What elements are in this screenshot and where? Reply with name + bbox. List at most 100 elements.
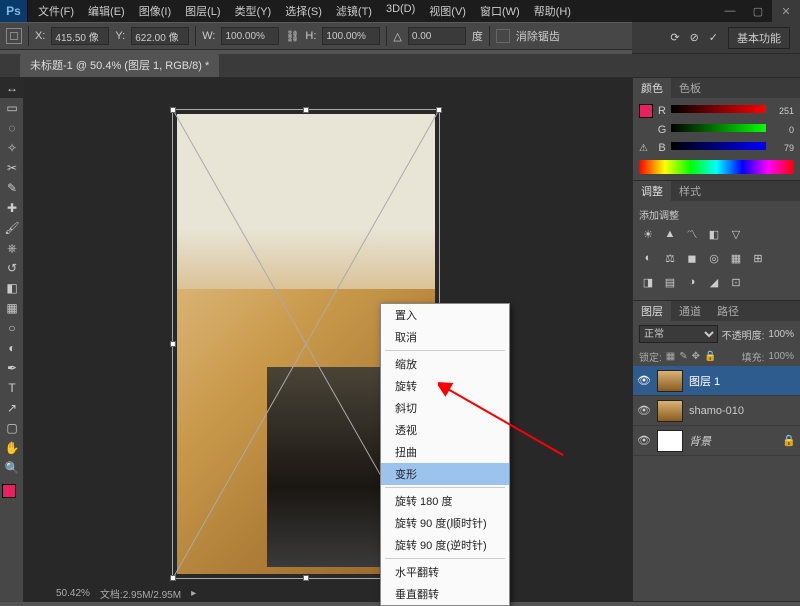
adj-posterize-icon[interactable]: ▤ <box>661 274 679 290</box>
transform-handle-l[interactable] <box>170 341 176 347</box>
h-input[interactable] <box>322 27 380 45</box>
visibility-icon[interactable]: 👁 <box>637 434 651 448</box>
hue-strip[interactable] <box>639 160 794 174</box>
menu-edit[interactable]: 编辑(E) <box>82 1 131 21</box>
maximize-button[interactable]: ▢ <box>744 0 772 22</box>
b-value[interactable]: 79 <box>770 143 794 153</box>
opacity-value[interactable]: 100% <box>768 329 794 340</box>
color-tab[interactable]: 颜色 <box>633 78 671 98</box>
history-brush-tool[interactable]: ↺ <box>0 258 24 278</box>
layers-tab[interactable]: 图层 <box>633 301 671 321</box>
adj-lookup-icon[interactable]: ⊞ <box>749 250 767 266</box>
zoom-tool[interactable]: 🔍 <box>0 458 24 478</box>
ctx-place[interactable]: 置入 <box>381 304 509 326</box>
adjustments-tab[interactable]: 调整 <box>633 181 671 201</box>
menu-file[interactable]: 文件(F) <box>32 1 80 21</box>
ctx-flip-v[interactable]: 垂直翻转 <box>381 583 509 605</box>
layer-name[interactable]: 背景 <box>689 433 711 449</box>
wand-tool[interactable]: ✧ <box>0 138 24 158</box>
adj-gradient-icon[interactable]: ◢ <box>705 274 723 290</box>
adj-hue-icon[interactable]: ◐ <box>639 250 657 266</box>
adj-filter-icon[interactable]: ◎ <box>705 250 723 266</box>
visibility-icon[interactable]: 👁 <box>637 404 651 418</box>
adj-threshold-icon[interactable]: ◑ <box>683 274 701 290</box>
link-icon[interactable]: ⛓ <box>285 30 299 43</box>
layer-name[interactable]: shamo-010 <box>689 405 744 417</box>
eyedropper-tool[interactable]: ✎ <box>0 178 24 198</box>
swatches-tab[interactable]: 色板 <box>671 78 709 98</box>
menu-3d[interactable]: 3D(D) <box>380 1 421 21</box>
lock-position-icon[interactable]: ✥ <box>692 351 700 362</box>
styles-tab[interactable]: 样式 <box>671 181 709 201</box>
adj-vibrance-icon[interactable]: ▽ <box>727 226 745 242</box>
marquee-tool[interactable]: ▭ <box>0 98 24 118</box>
adj-brightness-icon[interactable]: ☀ <box>639 226 657 242</box>
menu-image[interactable]: 图像(I) <box>133 1 177 21</box>
adj-balance-icon[interactable]: ⚖ <box>661 250 679 266</box>
hand-tool[interactable]: ✋ <box>0 438 24 458</box>
paths-tab[interactable]: 路径 <box>709 301 747 321</box>
menu-window[interactable]: 窗口(W) <box>474 1 526 21</box>
ctx-rotate-90cw[interactable]: 旋转 90 度(顺时针) <box>381 512 509 534</box>
ctx-distort[interactable]: 扭曲 <box>381 441 509 463</box>
x-input[interactable] <box>51 27 109 45</box>
transform-origin-icon[interactable] <box>6 28 22 44</box>
adj-levels-icon[interactable]: ▲ <box>661 226 679 242</box>
refresh-icon[interactable]: ⟳ <box>670 31 679 44</box>
menu-help[interactable]: 帮助(H) <box>528 1 577 21</box>
angle-input[interactable] <box>408 27 466 45</box>
ctx-perspective[interactable]: 透视 <box>381 419 509 441</box>
layer-thumb[interactable] <box>657 400 683 422</box>
fill-value[interactable]: 100% <box>768 351 794 362</box>
transform-handle-tl[interactable] <box>170 107 176 113</box>
transform-handle-bl[interactable] <box>170 575 176 581</box>
ctx-rotate[interactable]: 旋转 <box>381 375 509 397</box>
ctx-warp[interactable]: 变形 <box>381 463 509 485</box>
healing-tool[interactable]: ✚ <box>0 198 24 218</box>
shape-tool[interactable]: ▢ <box>0 418 24 438</box>
lock-transparent-icon[interactable]: ▦ <box>666 351 675 362</box>
transform-handle-tr[interactable] <box>436 107 442 113</box>
adj-exposure-icon[interactable]: ◧ <box>705 226 723 242</box>
ctx-rotate-90ccw[interactable]: 旋转 90 度(逆时针) <box>381 534 509 556</box>
g-value[interactable]: 0 <box>770 125 794 135</box>
channels-tab[interactable]: 通道 <box>671 301 709 321</box>
layer-thumb[interactable] <box>657 430 683 452</box>
adj-invert-icon[interactable]: ◨ <box>639 274 657 290</box>
canvas-area[interactable]: 50.42% 文档:2.95M/2.95M ▸ <box>24 78 632 602</box>
move-tool[interactable]: ↔ <box>0 78 24 98</box>
close-button[interactable]: ✕ <box>772 0 800 22</box>
antialias-check[interactable] <box>496 29 510 43</box>
layer-row-3[interactable]: 👁 背景 🔒 <box>633 426 800 456</box>
pen-tool[interactable]: ✒ <box>0 358 24 378</box>
ctx-scale[interactable]: 缩放 <box>381 353 509 375</box>
document-tab[interactable]: 未标题-1 @ 50.4% (图层 1, RGB/8) * <box>20 53 219 77</box>
menu-select[interactable]: 选择(S) <box>279 1 328 21</box>
ctx-cancel[interactable]: 取消 <box>381 326 509 348</box>
color-square[interactable] <box>639 104 653 118</box>
minimize-button[interactable]: — <box>716 0 744 22</box>
transform-handle-b[interactable] <box>303 575 309 581</box>
gradient-tool[interactable]: ▦ <box>0 298 24 318</box>
menu-filter[interactable]: 滤镜(T) <box>330 1 378 21</box>
dodge-tool[interactable]: ◐ <box>0 338 24 358</box>
layer-thumb[interactable] <box>657 370 683 392</box>
b-slider[interactable] <box>671 142 766 154</box>
statusbar-chevron-icon[interactable]: ▸ <box>191 588 196 599</box>
lasso-tool[interactable]: ◌ <box>0 118 24 138</box>
visibility-icon[interactable]: 👁 <box>637 374 651 388</box>
path-tool[interactable]: ↗ <box>0 398 24 418</box>
foreground-color[interactable] <box>2 484 16 498</box>
adj-bw-icon[interactable]: ◼ <box>683 250 701 266</box>
blur-tool[interactable]: ○ <box>0 318 24 338</box>
lock-all-icon[interactable]: 🔒 <box>704 351 716 362</box>
cancel-icon[interactable]: ⊘ <box>690 31 699 44</box>
ctx-rotate-180[interactable]: 旋转 180 度 <box>381 490 509 512</box>
brush-tool[interactable]: 🖌 <box>0 218 24 238</box>
zoom-level[interactable]: 50.42% <box>56 588 90 599</box>
y-input[interactable] <box>131 27 189 45</box>
eraser-tool[interactable]: ◧ <box>0 278 24 298</box>
r-value[interactable]: 251 <box>770 106 794 116</box>
menu-view[interactable]: 视图(V) <box>423 1 472 21</box>
adj-selective-icon[interactable]: ⊡ <box>727 274 745 290</box>
